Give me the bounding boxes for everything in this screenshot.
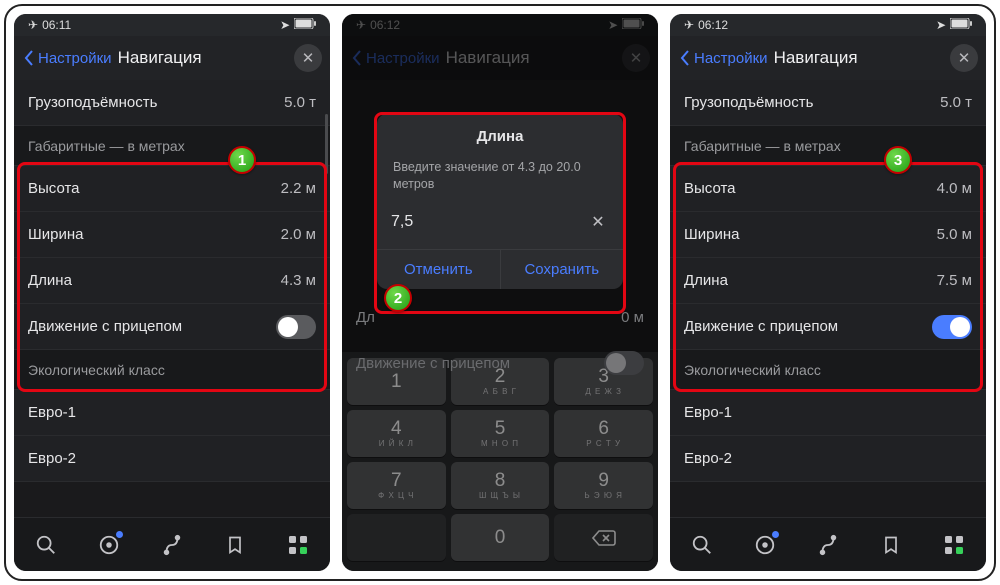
phone-3: ✈ 06:12 ➤ Настройки Навигация ✕ Грузоподъ… (670, 14, 986, 571)
bookmark-icon[interactable] (879, 533, 903, 557)
length-value: 7.5 м (937, 272, 972, 289)
badge-3: 3 (884, 146, 912, 174)
capacity-label: Грузоподъёмность (684, 94, 813, 111)
trailer-toggle-dim (604, 351, 644, 375)
row-capacity[interactable]: Грузоподъёмность 5.0 т (14, 80, 330, 126)
row-trailer[interactable]: Движение с прицепом (14, 304, 330, 350)
length-value: 4.3 м (281, 272, 316, 289)
nav-header: Настройки Навигация ✕ (670, 36, 986, 80)
nav-header: Настройки Навигация ✕ (14, 36, 330, 80)
row-length[interactable]: Длина 4.3 м (14, 258, 330, 304)
page-title: Навигация (774, 48, 858, 68)
route-icon[interactable] (160, 533, 184, 557)
dialog-title: Длина (377, 114, 623, 153)
cancel-button[interactable]: Отменить (377, 250, 501, 289)
width-value: 5.0 м (937, 226, 972, 243)
row-width[interactable]: Ширина 2.0 м (14, 212, 330, 258)
battery-icon (950, 18, 972, 32)
row-euro2[interactable]: Евро-2 (14, 436, 330, 482)
bottom-bar (14, 517, 330, 571)
location-icon: ➤ (936, 18, 946, 32)
row-height[interactable]: Высота 2.2 м (14, 166, 330, 212)
height-label: Высота (684, 180, 736, 197)
row-height[interactable]: Высота 4.0 м (670, 166, 986, 212)
close-button[interactable]: ✕ (294, 44, 322, 72)
height-value: 2.2 м (281, 180, 316, 197)
close-button[interactable]: ✕ (950, 44, 978, 72)
search-icon[interactable] (690, 533, 714, 557)
back-button[interactable]: Настройки (22, 50, 112, 67)
row-euro1[interactable]: Евро-1 (670, 390, 986, 436)
trailer-label: Движение с прицепом (28, 318, 182, 335)
section-eco: Экологический класс (670, 350, 986, 390)
width-value: 2.0 м (281, 226, 316, 243)
section-eco: Экологический класс (14, 350, 330, 390)
width-label: Ширина (684, 226, 739, 243)
row-length[interactable]: Длина 7.5 м (670, 258, 986, 304)
row-trailer-dim: Движение с прицепом (342, 340, 658, 386)
section-dimensions: Габаритные — в метрах (670, 126, 986, 166)
section-dimensions: Габаритные — в метрах (14, 126, 330, 166)
length-dialog: Длина Введите значение от 4.3 до 20.0 ме… (377, 114, 623, 289)
capacity-label: Грузоподъёмность (28, 94, 157, 111)
phone-1: ✈ 06:11 ➤ Настройки Навигация ✕ Грузоподъ… (14, 14, 330, 571)
badge-2: 2 (384, 284, 412, 312)
location-icon: ➤ (280, 18, 290, 32)
battery-icon (294, 18, 316, 32)
save-button[interactable]: Сохранить (501, 250, 624, 289)
trailer-toggle[interactable] (276, 315, 316, 339)
airplane-icon: ✈ (684, 18, 694, 32)
apps-icon[interactable] (942, 533, 966, 557)
scrollbar[interactable] (325, 114, 328, 174)
capacity-value: 5.0 т (940, 94, 972, 111)
row-euro1[interactable]: Евро-1 (14, 390, 330, 436)
compass-icon[interactable] (753, 533, 777, 557)
bookmark-icon[interactable] (223, 533, 247, 557)
status-time: 06:11 (42, 18, 71, 32)
dialog-hint: Введите значение от 4.3 до 20.0 метров (377, 153, 623, 197)
phone-2: ✈06:12 ➤ Настройки Навигация ✕ Дл0 м Дви… (342, 14, 658, 571)
row-capacity[interactable]: Грузоподъёмность 5.0 т (670, 80, 986, 126)
row-euro2[interactable]: Евро-2 (670, 436, 986, 482)
apps-icon[interactable] (286, 533, 310, 557)
width-label: Ширина (28, 226, 83, 243)
length-label: Длина (684, 272, 728, 289)
airplane-icon: ✈ (28, 18, 38, 32)
dialog-input[interactable]: 7,5 ✕ (391, 205, 609, 239)
status-bar: ✈ 06:12 ➤ (670, 14, 986, 36)
capacity-value: 5.0 т (284, 94, 316, 111)
page-title: Навигация (118, 48, 202, 68)
bottom-bar (670, 517, 986, 571)
trailer-toggle[interactable] (932, 315, 972, 339)
compass-icon[interactable] (97, 533, 121, 557)
dialog-value: 7,5 (391, 213, 413, 231)
search-icon[interactable] (34, 533, 58, 557)
height-value: 4.0 м (937, 180, 972, 197)
route-icon[interactable] (816, 533, 840, 557)
length-label: Длина (28, 272, 72, 289)
clear-icon[interactable]: ✕ (587, 211, 609, 233)
row-width[interactable]: Ширина 5.0 м (670, 212, 986, 258)
back-button[interactable]: Настройки (678, 50, 768, 67)
status-bar: ✈ 06:11 ➤ (14, 14, 330, 36)
row-trailer[interactable]: Движение с прицепом (670, 304, 986, 350)
height-label: Высота (28, 180, 80, 197)
status-time: 06:12 (698, 18, 728, 32)
trailer-label: Движение с прицепом (684, 318, 838, 335)
badge-1: 1 (228, 146, 256, 174)
